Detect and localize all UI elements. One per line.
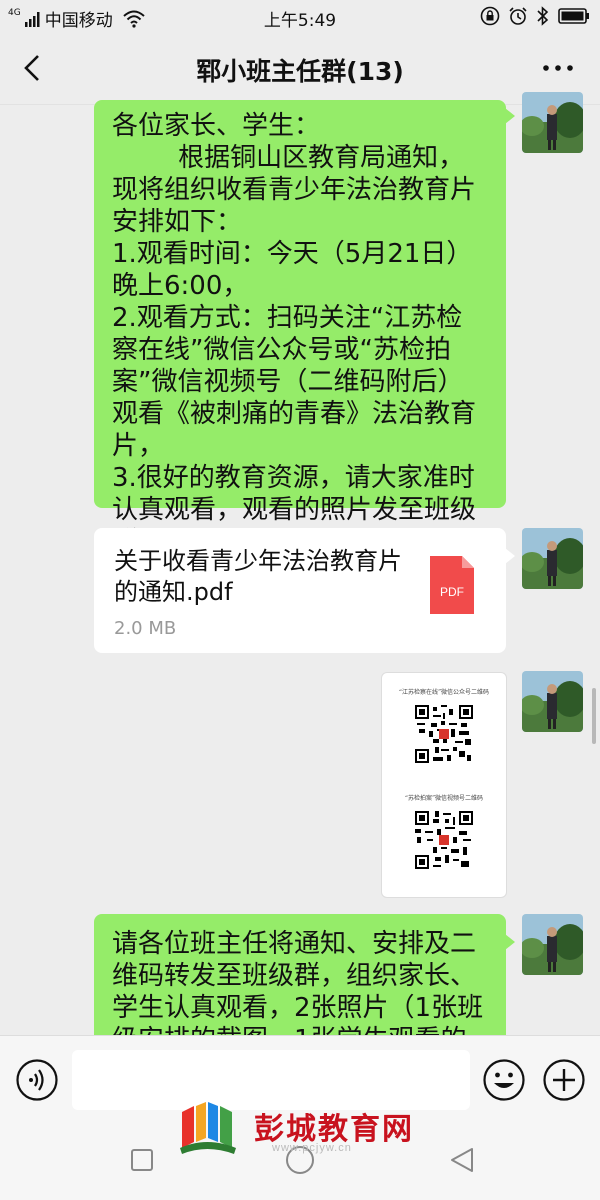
watermark-url: www.pcjyw.cn <box>272 1142 352 1154</box>
file-size: 2.0 MB <box>114 618 177 639</box>
bluetooth-icon <box>537 6 549 26</box>
more-icon[interactable] <box>538 52 578 84</box>
qr-caption: “江苏检察在线”微信公众号二维码 <box>398 689 490 696</box>
qr-caption: “苏检拍案”微信视频号二维码 <box>404 795 484 802</box>
avatar[interactable] <box>522 914 583 975</box>
file-message[interactable]: 关于收看青少年法治教育片的通知.pdf 2.0 MB PDF <box>94 528 515 653</box>
plus-icon[interactable] <box>542 1058 586 1102</box>
recents-key-icon[interactable] <box>130 1148 154 1172</box>
avatar[interactable] <box>522 528 583 589</box>
status-bar: 4G 中国移动 上午5:49 <box>0 0 600 32</box>
site-watermark: 彭城教育网 www.pcjyw.cn <box>176 1098 436 1158</box>
message-text: 各位家长、学生： 根据铜山区教育局通知，现将组织收看青少年法治教育片安排如下： … <box>112 111 477 557</box>
qr-code-image <box>415 811 473 869</box>
image-message[interactable]: “江苏检察在线”微信公众号二维码 “苏检拍案”微信视频号二维码 <box>381 672 507 898</box>
svg-text:PDF: PDF <box>440 585 464 599</box>
voice-icon[interactable] <box>15 1058 59 1102</box>
text-message[interactable]: 各位家长、学生： 根据铜山区教育局通知，现将组织收看青少年法治教育片安排如下： … <box>94 100 515 557</box>
scrollbar[interactable] <box>592 688 596 744</box>
file-name: 关于收看青少年法治教育片的通知.pdf <box>114 547 402 606</box>
back-key-icon[interactable] <box>448 1146 476 1174</box>
qr-code-image <box>415 705 473 763</box>
avatar[interactable] <box>522 671 583 732</box>
pdf-file-icon: PDF <box>430 556 474 614</box>
lock-rotation-icon <box>480 6 500 26</box>
emoji-icon[interactable] <box>482 1058 526 1102</box>
chat-title: 郓小班主任群(13) <box>196 57 404 86</box>
chat-header: 郓小班主任群(13) <box>0 32 600 105</box>
alarm-icon <box>509 7 527 25</box>
book-logo-icon <box>180 1102 236 1154</box>
avatar[interactable] <box>522 92 583 153</box>
battery-icon <box>558 8 589 24</box>
